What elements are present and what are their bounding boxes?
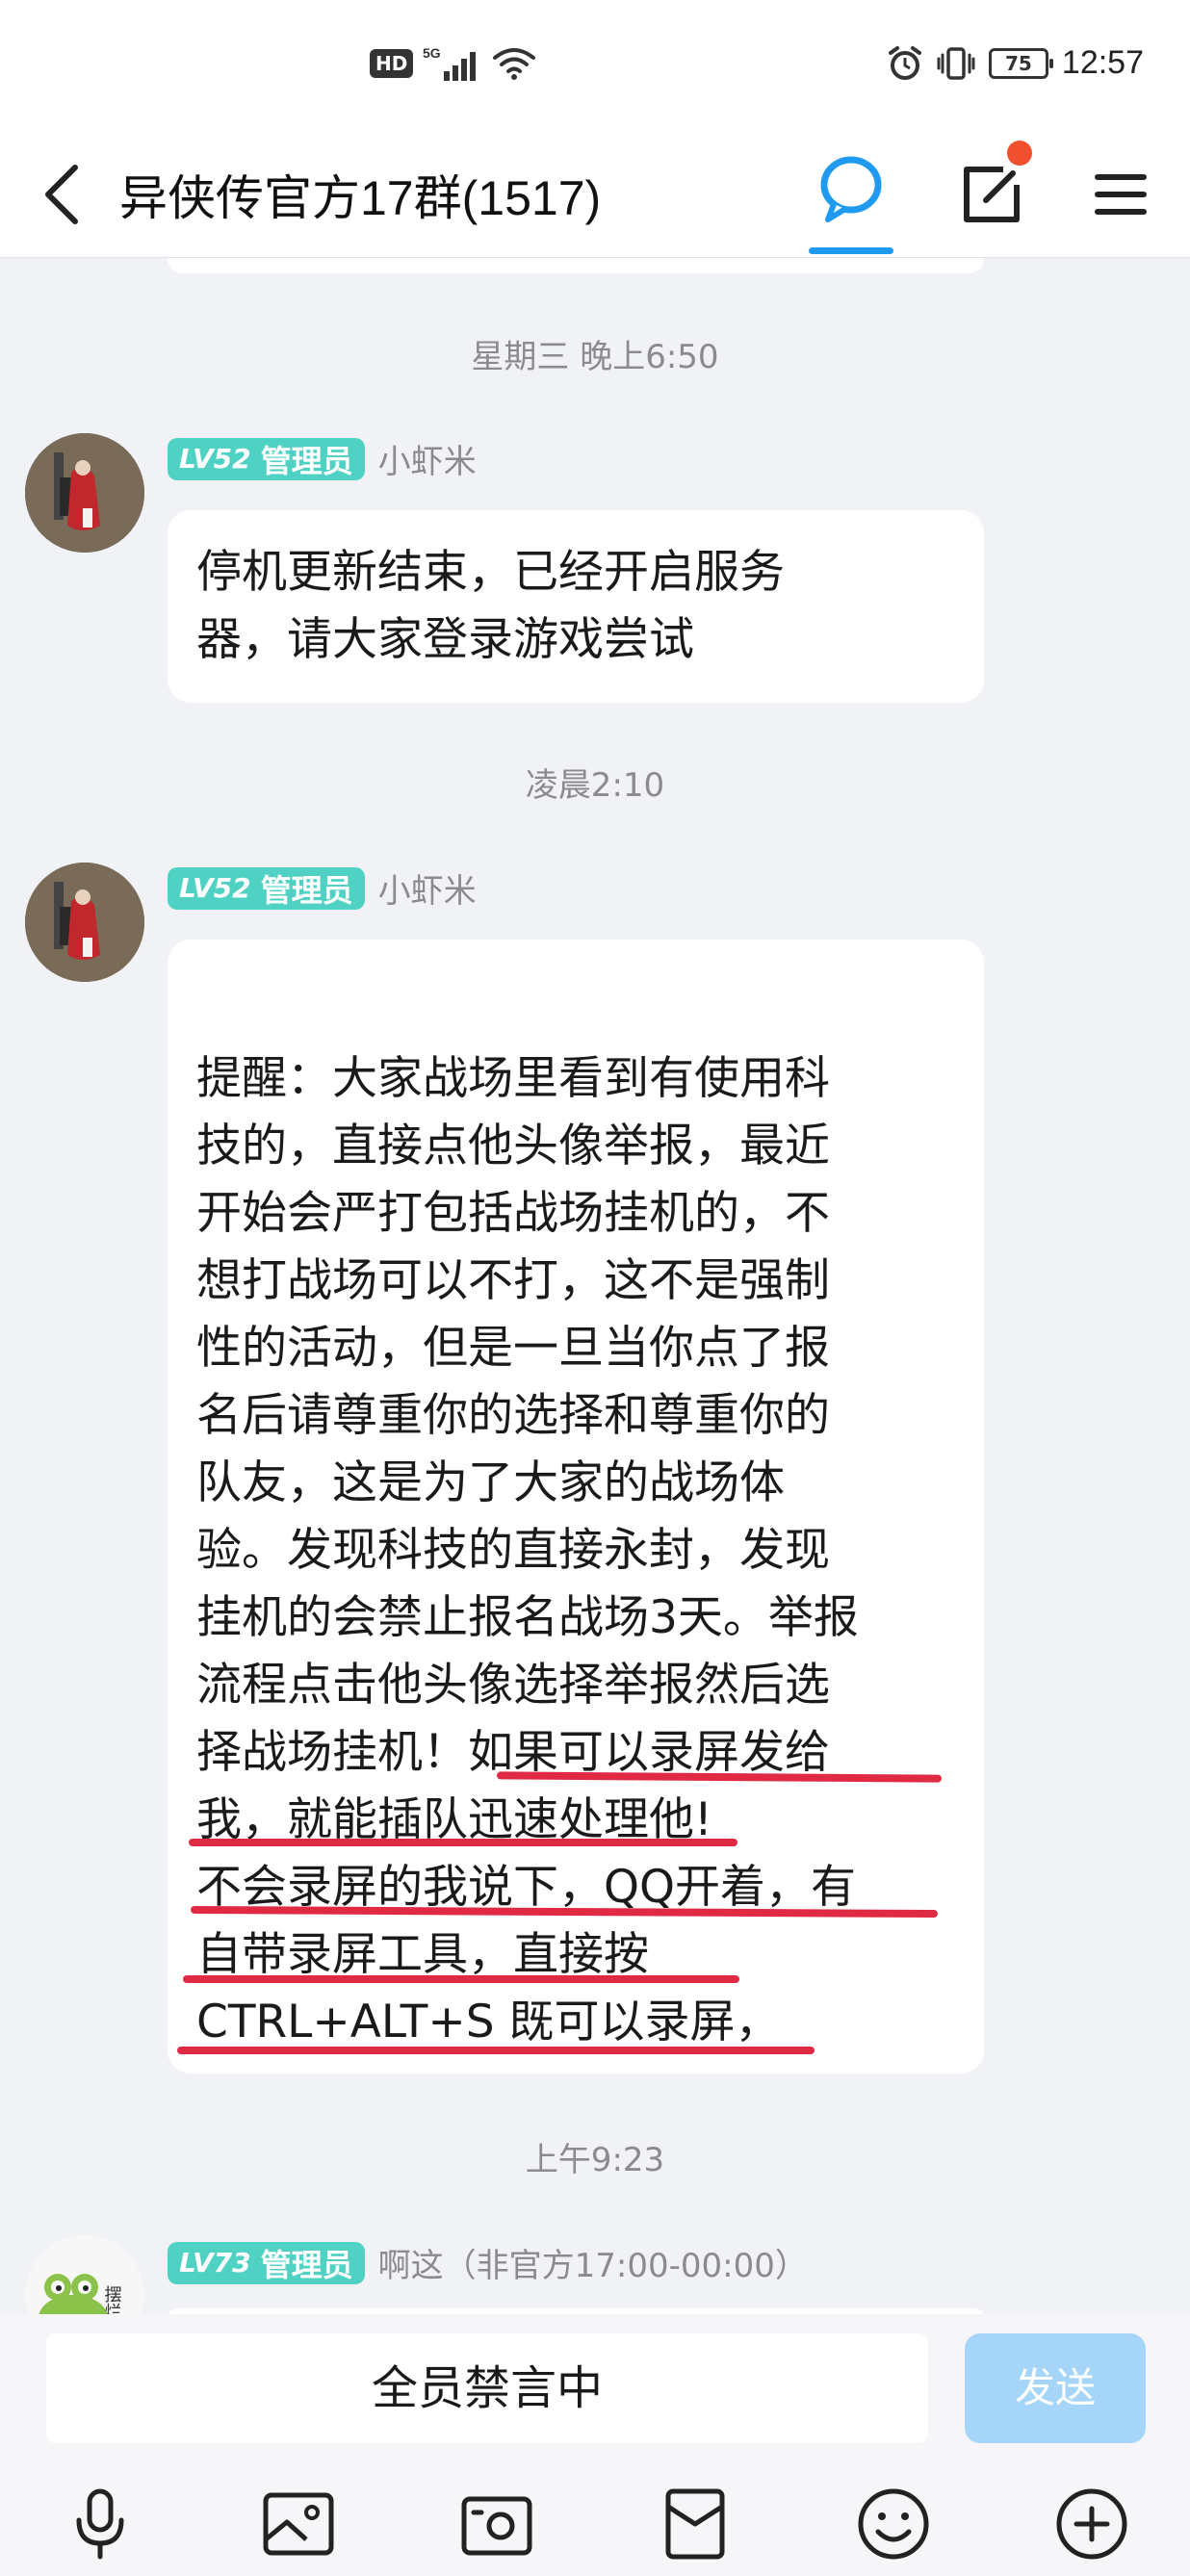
message-timestamp: 上午9:23: [525, 2141, 665, 2179]
signal-icon: 5G: [423, 45, 477, 81]
image-icon: [263, 2492, 334, 2556]
red-underline-annotation: [177, 2047, 815, 2054]
status-right: 75 12:57: [887, 44, 1144, 82]
svg-text:5G: 5G: [423, 45, 441, 61]
message-line: 开始会严打包括战场挂机的，不: [196, 1187, 830, 1240]
sender-meta: LV52 管理员 小虾米: [168, 864, 477, 912]
chat-title: 异侠传官方17群(1517): [119, 171, 602, 225]
sender-nickname[interactable]: 小虾米: [378, 864, 477, 912]
camera-icon: [461, 2496, 532, 2556]
plus-circle-icon: [1056, 2488, 1127, 2560]
input-bar: 全员禁言中 发送: [0, 2314, 1190, 2576]
photo-button[interactable]: [258, 2484, 339, 2564]
message-line: 性的活动，但是一旦当你点了报: [196, 1322, 830, 1375]
hd-icon: HD: [370, 49, 414, 78]
send-button[interactable]: 发送: [965, 2333, 1146, 2443]
avatar[interactable]: [25, 863, 144, 982]
sender-nickname[interactable]: 小虾米: [378, 435, 477, 482]
avatar[interactable]: [25, 433, 144, 553]
red-packet-icon: [665, 2488, 725, 2560]
hamburger-menu-icon: [1095, 174, 1147, 215]
message-line: 验。发现科技的直接永封，发现: [196, 1524, 830, 1577]
chevron-left-icon: [45, 165, 78, 224]
battery-icon: 75: [988, 47, 1053, 79]
red-underline-annotation: [189, 1839, 737, 1846]
back-button[interactable]: [33, 156, 91, 233]
member-level-badge: LV73 管理员: [168, 2241, 365, 2284]
alarm-icon: [888, 45, 921, 80]
chat-header: 异侠传官方17群(1517): [0, 135, 1190, 258]
chat-bubble-icon: [820, 156, 882, 222]
message-line: 名后请尊重你的选择和尊重你的: [196, 1389, 830, 1442]
message-line: 提醒：大家战场里看到有使用科: [196, 1052, 830, 1105]
message-line: 流程点击他头像选择举报然后选: [196, 1659, 830, 1712]
more-button[interactable]: [1051, 2484, 1132, 2564]
message-timestamp: 星期三 晚上6:50: [471, 338, 719, 376]
previous-message-bubble: [168, 258, 984, 273]
menu-button[interactable]: [1090, 160, 1151, 227]
microphone-icon: [76, 2488, 124, 2560]
red-underline-annotation: [183, 1975, 739, 1983]
status-bar: HD 5G 75 12:57: [0, 0, 1190, 135]
sender-nickname[interactable]: 啊这（非官方17:00-00:00）: [378, 2239, 808, 2286]
message-timestamp: 凌晨2:10: [525, 766, 665, 805]
avatar-character-image: [25, 433, 144, 553]
message-bubble[interactable]: 提醒：大家战场里看到有使用科 技的，直接点他头像举报，最近 开始会严打包括战场挂…: [168, 940, 984, 2074]
red-packet-button[interactable]: [655, 2484, 736, 2564]
edit-icon: [964, 167, 1020, 222]
muted-input-field: 全员禁言中: [46, 2333, 928, 2443]
member-level-badge: LV52 管理员: [168, 437, 365, 480]
edit-button[interactable]: [953, 156, 1030, 233]
sender-meta: LV73 管理员 啊这（非官方17:00-00:00）: [168, 2239, 808, 2286]
wifi-icon: [493, 48, 536, 80]
status-time: 12:57: [1061, 44, 1144, 81]
message-line: 挂机的会禁止报名战场3天。举报: [196, 1591, 859, 1644]
voice-button[interactable]: [60, 2484, 141, 2564]
message-line: 停机更新结束，已经开启服务: [196, 546, 785, 599]
notification-dot: [1007, 141, 1032, 166]
message-line: 器，请大家登录游戏尝试: [196, 613, 694, 666]
message-line: 想打战场可以不打，这不是强制: [196, 1254, 830, 1307]
status-left: HD 5G: [370, 44, 536, 83]
message-line: 技的，直接点他头像举报，最近: [196, 1120, 830, 1172]
message-line: 队友，这是为了大家的战场体: [196, 1456, 785, 1509]
active-tab-indicator: [809, 247, 893, 254]
avatar-character-image: [25, 863, 144, 982]
sender-meta: LV52 管理员 小虾米: [168, 435, 477, 482]
emoji-button[interactable]: [853, 2484, 934, 2564]
message-bubble[interactable]: 停机更新结束，已经开启服务 器，请大家登录游戏尝试: [168, 510, 984, 703]
camera-button[interactable]: [456, 2484, 537, 2564]
smiley-icon: [858, 2488, 929, 2560]
member-level-badge: LV52 管理员: [168, 866, 365, 910]
chat-tab[interactable]: [809, 148, 893, 254]
vibrate-icon: [937, 46, 975, 80]
